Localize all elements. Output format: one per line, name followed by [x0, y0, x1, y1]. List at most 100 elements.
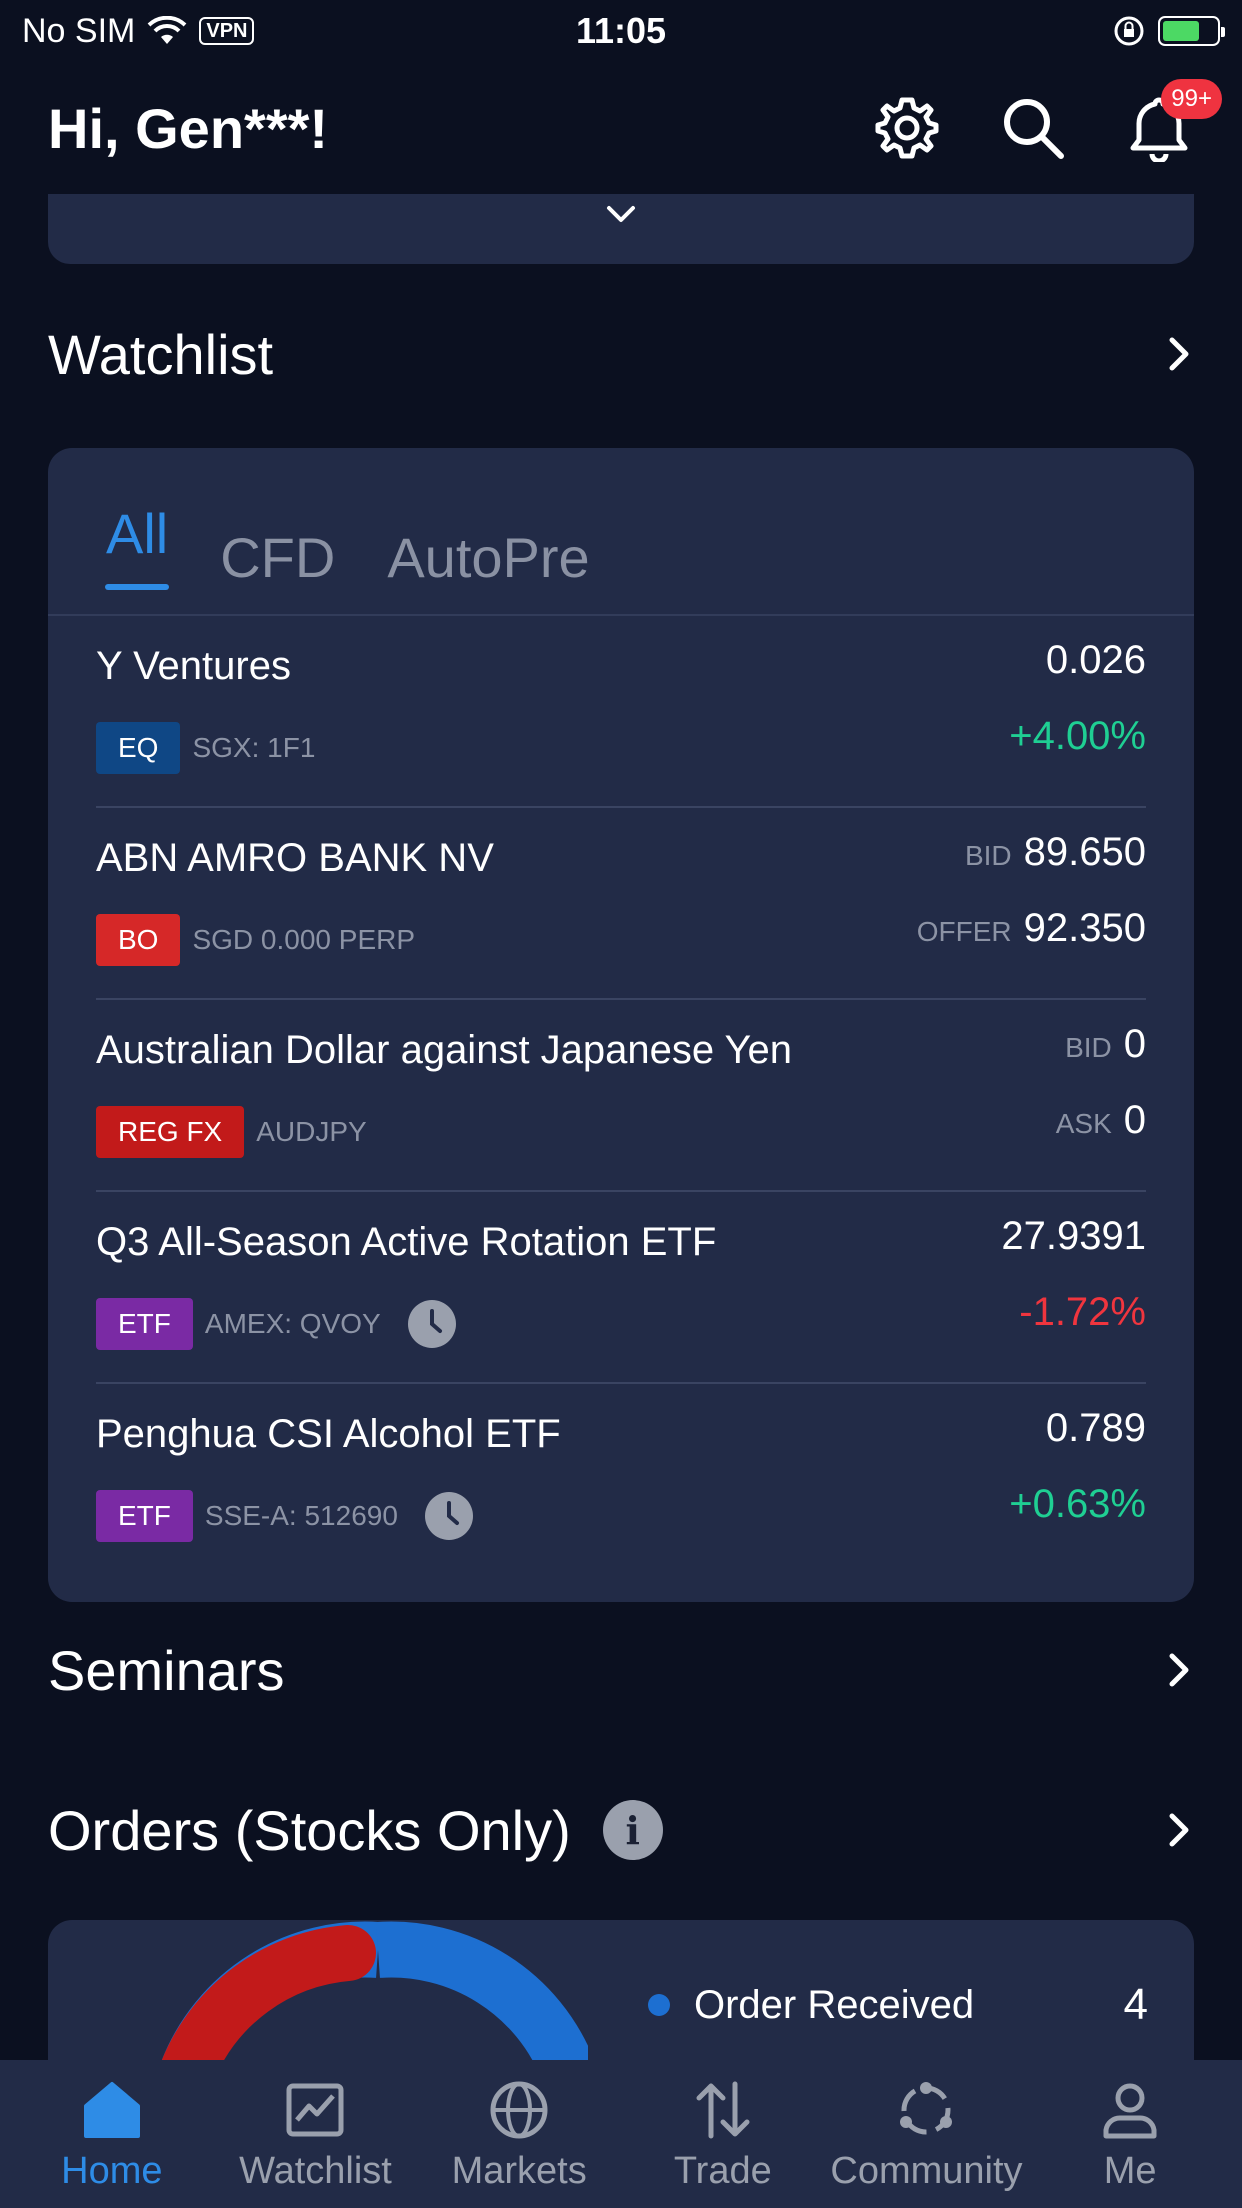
orders-header[interactable]: Orders (Stocks Only) i [48, 1790, 1194, 1870]
ask-value: 0 [1123, 1098, 1146, 1142]
battery-icon [1158, 16, 1225, 46]
instrument-meta: BO SGD 0.000 PERP [96, 914, 415, 966]
bid: BID 89.650 [965, 830, 1146, 875]
person-icon [1103, 2083, 1157, 2138]
bid-label: BID [1065, 1032, 1112, 1063]
instrument-meta: EQ SGX: 1F1 [96, 722, 315, 774]
watchlist-row[interactable]: Penghua CSI Alcohol ETF ETF SSE-A: 51269… [96, 1384, 1146, 1576]
watchlist-row[interactable]: Australian Dollar against Japanese Yen R… [96, 1000, 1146, 1192]
orders-donut-chart [161, 1921, 588, 2060]
instrument-code: AUDJPY [256, 1116, 367, 1147]
vpn-badge: VPN [199, 17, 255, 45]
chevron-right-icon[interactable] [1164, 1810, 1194, 1850]
price-value: 27.9391 [1001, 1214, 1146, 1258]
tab-label: Markets [451, 2149, 587, 2192]
orders-title: Orders (Stocks Only) [48, 1798, 571, 1862]
asset-type-tag: ETF [96, 1298, 193, 1350]
chevron-right-icon[interactable] [1164, 1650, 1194, 1690]
tab-markets[interactable]: Markets [419, 2076, 619, 2193]
change-value: +4.00% [1009, 714, 1146, 758]
tab-community[interactable]: Community [826, 2076, 1026, 2193]
instrument-meta: REG FX AUDJPY [96, 1106, 367, 1158]
ask: ASK 0 [1056, 1098, 1146, 1143]
carrier-text: No SIM [22, 11, 136, 50]
instrument-name: ABN AMRO BANK NV [96, 836, 494, 880]
clock-icon [407, 1300, 456, 1348]
community-icon [900, 2081, 953, 2134]
orders-card: Order Received 4 [48, 1920, 1194, 2060]
legend-label: Order Received [694, 1982, 975, 2027]
offer-value: 92.350 [1023, 906, 1146, 950]
instrument-name: Q3 All-Season Active Rotation ETF [96, 1220, 717, 1264]
header: Hi, Gen***! 99+ [0, 62, 1242, 194]
chevron-right-icon[interactable] [1164, 334, 1194, 374]
info-icon[interactable]: i [602, 1800, 663, 1860]
tab-label: Community [830, 2149, 1023, 2192]
instrument-code: AMEX: QVOY [204, 1308, 381, 1339]
legend-order-received: Order Received 4 [648, 1980, 1148, 2030]
status-bar: No SIM VPN 11:05 [0, 0, 1242, 62]
tab-autopre[interactable]: AutoPre [387, 525, 589, 614]
asset-type-tag: BO [96, 914, 181, 966]
asset-type-tag: ETF [96, 1490, 193, 1542]
instrument-name: Australian Dollar against Japanese Yen [96, 1028, 793, 1072]
chart-icon [286, 2083, 344, 2136]
home-icon [83, 2081, 140, 2138]
tab-cfd[interactable]: CFD [220, 525, 335, 614]
greeting: Hi, Gen***! [48, 96, 329, 160]
tab-trade[interactable]: Trade [623, 2076, 823, 2193]
watchlist-title: Watchlist [48, 322, 274, 386]
asset-type-tag: REG FX [96, 1106, 245, 1158]
watchlist-header[interactable]: Watchlist [48, 314, 1194, 394]
watchlist-tabs: All CFD AutoPre [48, 448, 1194, 616]
instrument-code: SSE-A: 512690 [204, 1500, 398, 1531]
legend-count: 4 [1123, 1980, 1148, 2029]
tab-label: Trade [673, 2149, 772, 2192]
search-button[interactable] [998, 93, 1068, 163]
orientation-lock-icon [1114, 16, 1144, 46]
bid-value: 0 [1123, 1022, 1146, 1066]
status-right [860, 14, 1225, 48]
tab-label: Home [61, 2149, 163, 2192]
change-value: -1.72% [1019, 1290, 1146, 1334]
tab-all[interactable]: All [106, 501, 168, 614]
header-icons: 99+ [872, 79, 1222, 163]
status-left: No SIM VPN [22, 12, 382, 51]
seminars-title: Seminars [48, 1638, 285, 1702]
tab-home[interactable]: Home [12, 2076, 212, 2193]
ask-label: ASK [1055, 1108, 1112, 1139]
seminars-header[interactable]: Seminars [48, 1630, 1194, 1710]
chevron-down-icon[interactable] [601, 200, 641, 228]
instrument-code: SGX: 1F1 [192, 732, 316, 763]
instrument-meta: ETF AMEX: QVOY [96, 1298, 457, 1350]
search-icon [1004, 99, 1064, 159]
change: +4.00% [1009, 714, 1146, 759]
watchlist-card: All CFD AutoPre Y Ventures EQ SGX: 1F1 0… [48, 448, 1194, 1602]
notifications-button[interactable]: 99+ [1124, 79, 1222, 163]
watchlist-row[interactable]: ABN AMRO BANK NV BO SGD 0.000 PERP BID 8… [96, 808, 1146, 1000]
price: 0.026 [1046, 638, 1146, 683]
bottom-tab-bar: Home Watchlist Markets Trade Community M… [0, 2060, 1242, 2208]
tab-watchlist[interactable]: Watchlist [215, 2076, 415, 2193]
legend-dot [648, 1994, 670, 2016]
change: +0.63% [1009, 1482, 1146, 1527]
tab-me[interactable]: Me [1030, 2076, 1230, 2193]
watchlist-row[interactable]: Q3 All-Season Active Rotation ETF ETF AM… [96, 1192, 1146, 1384]
instrument-code: SGD 0.000 PERP [192, 924, 416, 955]
collapsed-card [48, 194, 1194, 264]
price: 27.9391 [1001, 1214, 1146, 1259]
price-value: 0.789 [1045, 1406, 1146, 1450]
trade-arrows-icon [696, 2081, 750, 2138]
globe-icon [490, 2081, 548, 2138]
gear-icon [875, 97, 939, 159]
asset-type-tag: EQ [96, 722, 181, 774]
instrument-meta: ETF SSE-A: 512690 [96, 1490, 474, 1542]
tab-label: Me [1103, 2149, 1157, 2192]
watchlist-row[interactable]: Y Ventures EQ SGX: 1F1 0.026 +4.00% [96, 616, 1146, 808]
status-time: 11:05 [575, 10, 667, 51]
price: 0.789 [1046, 1406, 1146, 1451]
bid: BID 0 [1065, 1022, 1146, 1067]
settings-button[interactable] [872, 93, 942, 163]
instrument-name: Y Ventures [96, 644, 291, 688]
bid-label: BID [964, 840, 1012, 871]
